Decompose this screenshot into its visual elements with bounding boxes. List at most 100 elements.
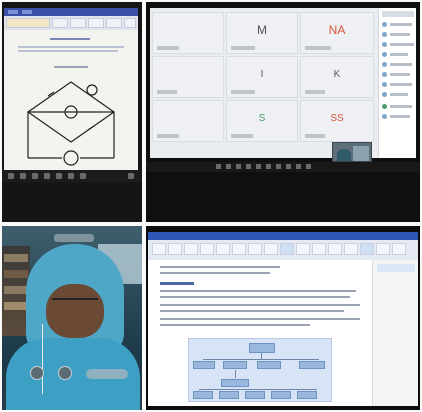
search-icon[interactable] — [20, 173, 26, 179]
ribbon-tab[interactable] — [392, 243, 406, 255]
app-icon[interactable] — [246, 164, 251, 169]
participant-tile[interactable]: NA — [300, 12, 374, 54]
app-icon[interactable] — [68, 173, 74, 179]
app-icon[interactable] — [306, 164, 311, 169]
ribbon-tab[interactable] — [344, 243, 358, 255]
mic-button[interactable] — [30, 366, 44, 380]
app-icon[interactable] — [32, 173, 38, 179]
video-call-photo: M NA I K S SS — [146, 2, 420, 222]
webcam-photo — [2, 226, 142, 410]
app-icon[interactable] — [236, 164, 241, 169]
meeting-screen: M NA I K S SS — [150, 8, 416, 162]
participant-tile[interactable] — [152, 56, 224, 98]
ribbon-tab[interactable] — [248, 243, 262, 255]
ribbon-tab[interactable] — [152, 243, 166, 255]
lesson-document-photo — [146, 226, 420, 410]
ribbon-tab[interactable] — [328, 243, 342, 255]
app-icon[interactable] — [56, 173, 62, 179]
chart-node — [223, 361, 247, 369]
participant-tile[interactable]: I — [226, 56, 298, 98]
ribbon-tab[interactable] — [360, 243, 374, 255]
participant-initials: SS — [330, 113, 344, 124]
app-icon[interactable] — [276, 164, 281, 169]
avatar — [382, 114, 387, 119]
app-icon[interactable] — [266, 164, 271, 169]
participant-initials: I — [260, 69, 264, 80]
title-bar-icon — [8, 10, 18, 14]
app-icon[interactable] — [80, 173, 86, 179]
participant-initials: M — [257, 23, 267, 37]
participant-tile[interactable]: SS — [300, 100, 374, 142]
ribbon-tab[interactable] — [184, 243, 198, 255]
participant-list-item[interactable] — [390, 115, 410, 118]
document-heading — [50, 38, 90, 40]
participant-list-item[interactable] — [390, 105, 412, 108]
participant-list-item[interactable] — [390, 53, 408, 56]
participant-list-item[interactable] — [390, 33, 410, 36]
participant-list-item[interactable] — [390, 93, 408, 96]
taskbar — [146, 162, 420, 172]
title-bar — [148, 232, 418, 240]
participant-tile[interactable]: S — [226, 100, 298, 142]
app-icon[interactable] — [296, 164, 301, 169]
ribbon-tab[interactable] — [312, 243, 326, 255]
text-line — [18, 50, 118, 52]
participant-list-item[interactable] — [390, 63, 412, 66]
avatar — [382, 52, 387, 57]
app-icon[interactable] — [44, 173, 50, 179]
ribbon-tab[interactable] — [52, 18, 68, 28]
ribbon-tab[interactable] — [106, 18, 122, 28]
ribbon-tab[interactable] — [6, 18, 50, 28]
tray-icon — [128, 173, 134, 179]
ribbon-tab[interactable] — [280, 243, 294, 255]
ribbon-tab[interactable] — [376, 243, 390, 255]
text-line — [160, 290, 356, 292]
leave-call-button[interactable] — [86, 369, 128, 379]
ribbon-tab[interactable] — [168, 243, 182, 255]
text-line — [160, 324, 310, 326]
chart-node — [257, 361, 281, 369]
participant-list-item[interactable] — [390, 23, 412, 26]
chart-root-node — [249, 343, 275, 353]
text-line — [160, 304, 360, 306]
ribbon-tab[interactable] — [88, 18, 104, 28]
participant-list-item[interactable] — [390, 43, 414, 46]
participant-list-item[interactable] — [390, 83, 412, 86]
ribbon-tab[interactable] — [70, 18, 86, 28]
participant-tile[interactable]: K — [300, 56, 374, 98]
avatar — [382, 32, 387, 37]
chart-leaf-node — [193, 391, 213, 399]
start-icon[interactable] — [8, 173, 14, 179]
title-bar — [4, 8, 138, 16]
chart-leaf-node — [245, 391, 265, 399]
chat-sidebar — [372, 260, 418, 406]
ribbon-tab[interactable] — [264, 243, 278, 255]
self-view-thumbnail[interactable] — [332, 142, 372, 162]
camera-button[interactable] — [58, 366, 72, 380]
source-symbol — [63, 150, 79, 166]
participant-tile[interactable]: M — [226, 12, 298, 54]
chart-leaf-node — [219, 391, 239, 399]
text-line — [160, 296, 350, 298]
participant-initials: K — [333, 69, 341, 80]
app-icon[interactable] — [286, 164, 291, 169]
app-icon[interactable] — [256, 164, 261, 169]
meter-symbol — [86, 84, 98, 96]
ribbon-tab[interactable] — [124, 18, 136, 28]
ribbon-tab[interactable] — [200, 243, 214, 255]
chart-leaf-node — [271, 391, 291, 399]
section-heading — [160, 282, 194, 285]
participant-list-item[interactable] — [390, 73, 410, 76]
ribbon-tab[interactable] — [296, 243, 310, 255]
ribbon-tab[interactable] — [216, 243, 230, 255]
person-silhouette — [337, 149, 351, 161]
participant-tile[interactable] — [152, 100, 224, 142]
avatar — [382, 72, 387, 77]
avatar — [382, 92, 387, 97]
ribbon-tab[interactable] — [232, 243, 246, 255]
chat-message — [377, 264, 415, 272]
app-icon[interactable] — [226, 164, 231, 169]
app-icon[interactable] — [216, 164, 221, 169]
participant-tile[interactable] — [152, 12, 224, 54]
chart-connector — [235, 370, 236, 378]
